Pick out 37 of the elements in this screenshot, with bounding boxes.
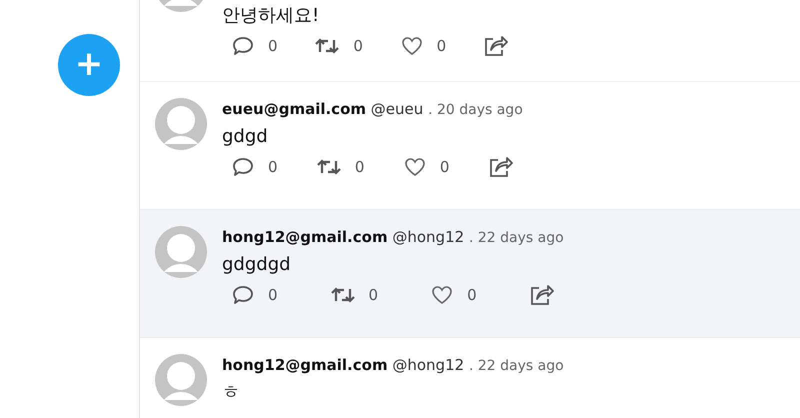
retweet-button[interactable]: 0	[330, 284, 378, 306]
share-icon	[488, 156, 513, 178]
comment-icon	[232, 36, 254, 56]
share-button[interactable]	[530, 284, 554, 306]
comment-button[interactable]: 0	[232, 284, 278, 306]
like-button[interactable]: 0	[400, 35, 446, 58]
comment-icon	[232, 157, 254, 178]
heart-icon	[400, 36, 423, 56]
author-email[interactable]: hong12@gmail.com	[222, 228, 388, 246]
post-time: . 22 days ago	[468, 358, 564, 374]
share-icon	[484, 35, 508, 58]
author-handle: @eueu	[370, 100, 424, 118]
retweet-button[interactable]: 0	[315, 35, 363, 58]
share-icon	[530, 284, 554, 306]
post-text: 안녕하세요!	[222, 4, 320, 28]
comment-button[interactable]: 0	[232, 35, 278, 58]
author-handle: @hong12	[392, 356, 464, 374]
heart-icon	[404, 157, 426, 178]
like-button[interactable]: 0	[404, 156, 450, 178]
post-text: gdgd	[222, 125, 269, 149]
retweet-icon	[316, 158, 341, 176]
author-email[interactable]: hong12@gmail.com	[222, 356, 388, 374]
heart-icon	[431, 285, 454, 306]
share-button[interactable]	[488, 156, 513, 178]
post-time: . 22 days ago	[468, 230, 564, 246]
like-button[interactable]: 0	[431, 284, 477, 306]
comment-button[interactable]: 0	[232, 156, 278, 178]
author-handle: @hong12	[392, 228, 464, 246]
retweet-button[interactable]: 0	[316, 156, 364, 178]
post-time: . 20 days ago	[428, 102, 523, 118]
author-email[interactable]: eueu@gmail.com	[222, 100, 366, 118]
post-text: gdgdgd	[222, 253, 292, 277]
post-text: ㅎ	[222, 381, 241, 405]
comment-icon	[232, 285, 254, 306]
retweet-icon	[315, 37, 340, 56]
share-button[interactable]	[484, 35, 508, 58]
retweet-icon	[330, 286, 355, 304]
